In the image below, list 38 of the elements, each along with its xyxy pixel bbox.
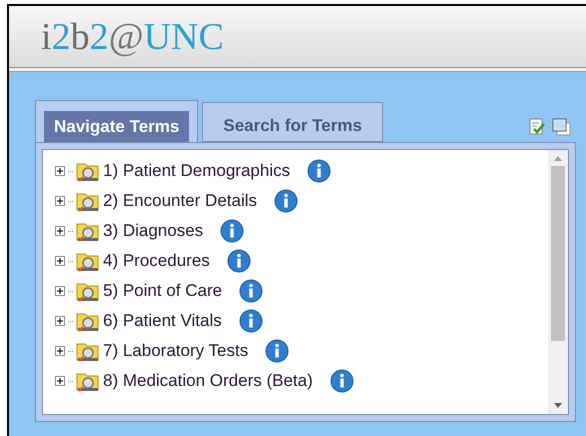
tree-item-label: 3) Diagnoses <box>103 220 204 242</box>
info-icon[interactable] <box>220 219 244 243</box>
expand-icon[interactable] <box>55 376 65 386</box>
copy-icon[interactable] <box>552 118 572 136</box>
expand-icon[interactable] <box>55 256 65 266</box>
tree-item[interactable]: 1) Patient Demographics <box>55 156 548 186</box>
info-icon[interactable] <box>238 309 263 333</box>
tree-item-label: 4) Procedures <box>103 250 210 272</box>
expand-icon[interactable] <box>55 226 65 236</box>
tree-item[interactable]: 8) Medication Orders (Beta) <box>55 366 548 396</box>
tree-item[interactable]: 6) Patient Vitals <box>55 306 548 336</box>
info-icon[interactable] <box>307 159 332 183</box>
tree-item-label: 1) Patient Demographics <box>103 160 290 182</box>
scrollbar[interactable] <box>548 150 568 414</box>
info-icon[interactable] <box>274 189 298 213</box>
tree-item[interactable]: 5) Point of Care <box>55 276 548 306</box>
tree-item-label: 5) Point of Care <box>103 280 222 302</box>
tree-item-label: 7) Laboratory Tests <box>103 340 248 362</box>
expand-icon[interactable] <box>55 196 65 206</box>
expand-icon[interactable] <box>55 286 65 296</box>
logo: i2b2@UNC <box>41 18 224 56</box>
tree-item[interactable]: 4) Procedures <box>55 246 548 276</box>
tree-item-label: 2) Encounter Details <box>103 190 258 212</box>
info-icon[interactable] <box>226 249 251 273</box>
expand-icon[interactable] <box>55 316 65 326</box>
tree-item-label: 6) Patient Vitals <box>103 310 222 332</box>
expand-icon[interactable] <box>55 346 65 356</box>
tab[interactable]: Navigate Terms <box>35 100 198 142</box>
tree-item[interactable]: 3) Diagnoses <box>55 216 548 246</box>
info-icon[interactable] <box>265 339 290 363</box>
checklist-icon[interactable] <box>528 118 546 136</box>
info-icon[interactable] <box>330 369 354 393</box>
info-icon[interactable] <box>239 279 264 303</box>
expand-icon[interactable] <box>55 166 65 176</box>
tree-item[interactable]: 7) Laboratory Tests <box>55 336 548 366</box>
tree-item[interactable]: 2) Encounter Details <box>55 186 548 216</box>
tab[interactable]: Search for Terms <box>202 102 383 142</box>
tree-item-label: 8) Medication Orders (Beta) <box>103 370 313 392</box>
